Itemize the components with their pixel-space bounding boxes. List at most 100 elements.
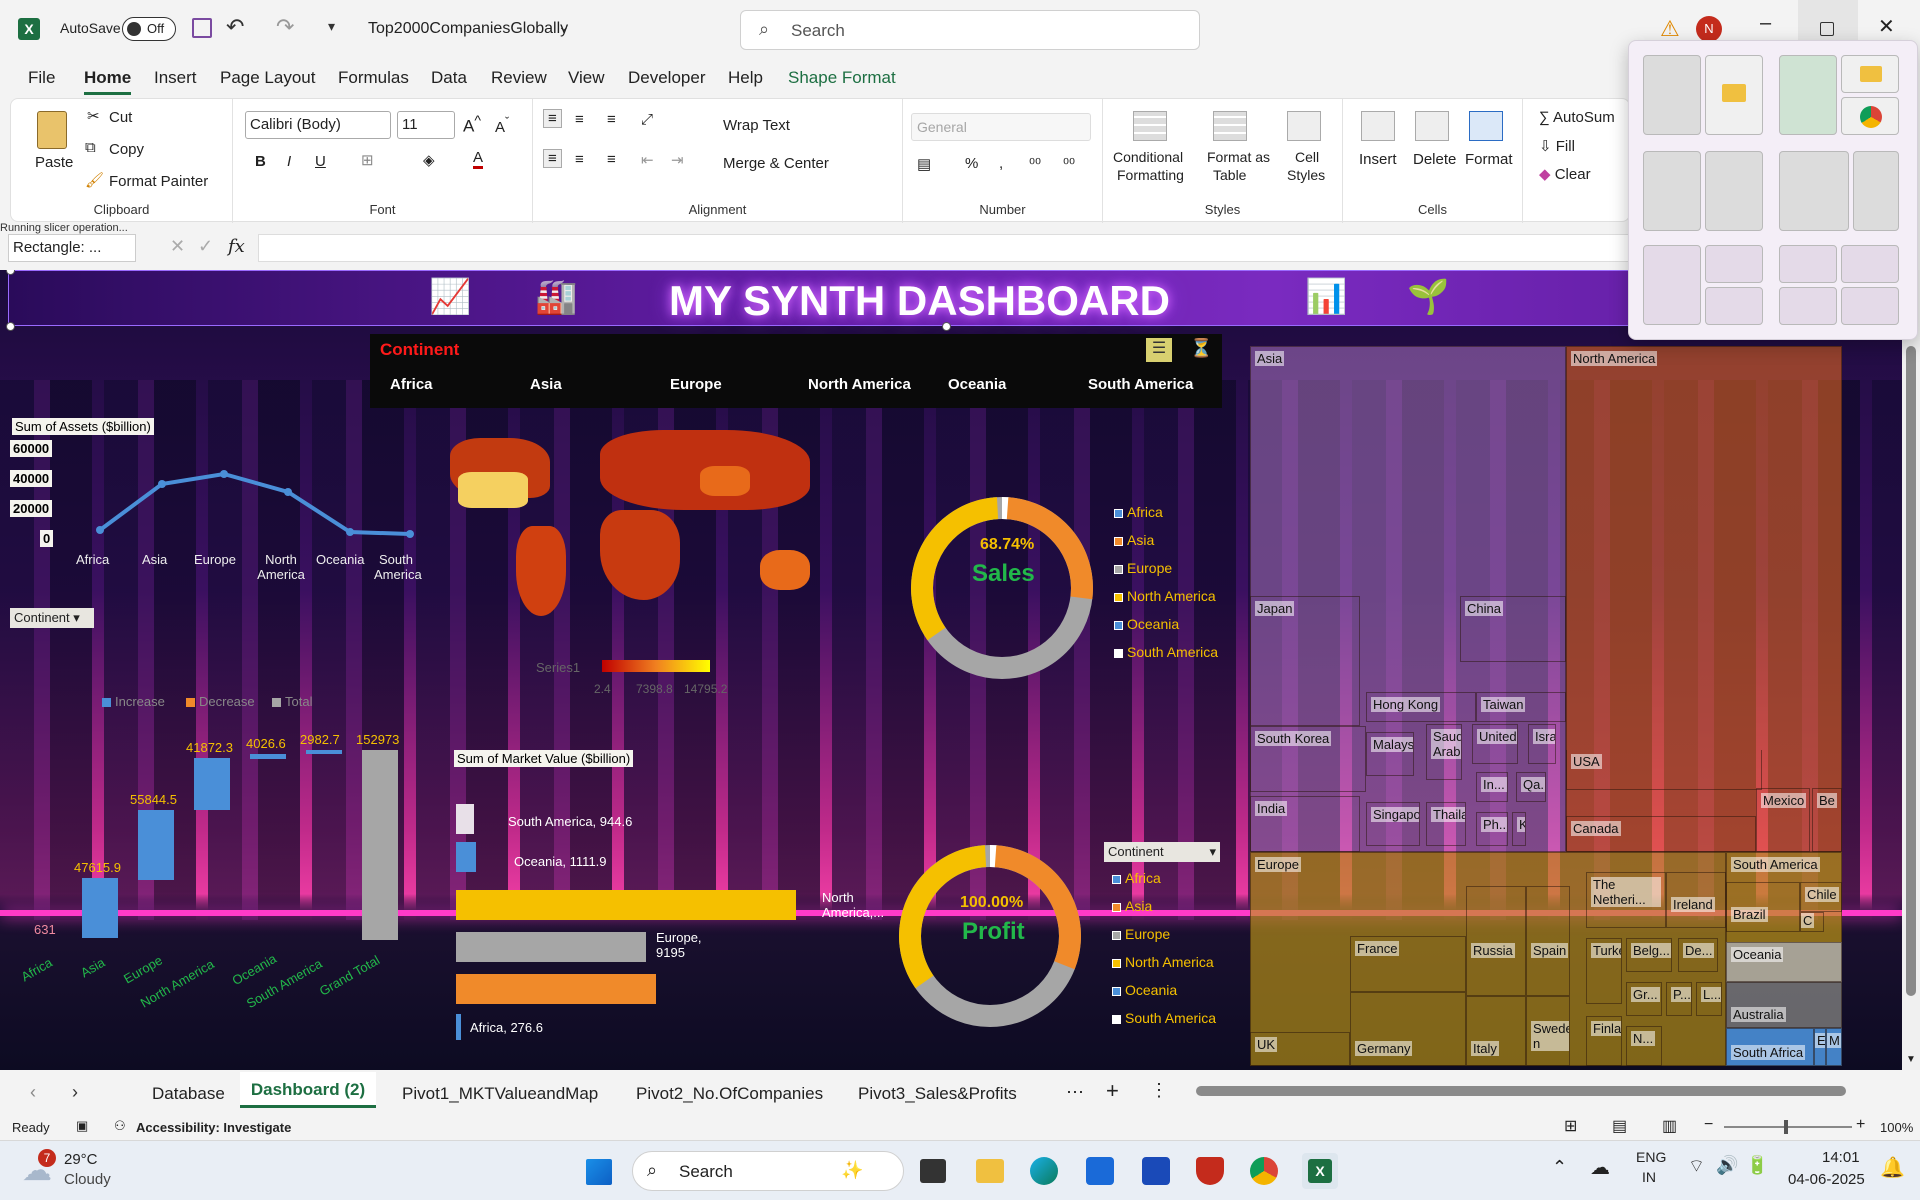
clear-filter-icon[interactable]: ⏳ bbox=[1190, 338, 1212, 359]
snap-layout-wide-left[interactable] bbox=[1779, 151, 1849, 231]
name-box[interactable]: Rectangle: ... bbox=[8, 234, 136, 262]
snap-layout-top-right[interactable] bbox=[1841, 55, 1899, 93]
insert-function-icon[interactable]: fx bbox=[228, 236, 245, 257]
slicer-item-oceania[interactable]: Oceania bbox=[948, 376, 1006, 393]
page-break-view-icon[interactable]: ▥ bbox=[1662, 1116, 1677, 1136]
paste-button[interactable]: Paste bbox=[35, 154, 73, 171]
snap-layout-quad-1[interactable] bbox=[1779, 245, 1837, 283]
fill-color-icon[interactable]: ◈ bbox=[423, 151, 435, 169]
conditional-formatting-button[interactable]: Conditional bbox=[1113, 149, 1183, 165]
volume-icon[interactable]: 🔊 bbox=[1716, 1155, 1738, 1176]
waterfall-chart[interactable]: Increase Decrease Total 631 47615.9 5584… bbox=[10, 694, 430, 1044]
indent-icon[interactable]: ⇥ bbox=[671, 151, 684, 169]
autosave-toggle[interactable]: Off bbox=[122, 17, 176, 41]
snap-layout-bottom-right[interactable] bbox=[1841, 97, 1899, 135]
tab-shape-format[interactable]: Shape Format bbox=[788, 68, 896, 88]
lang-eng[interactable]: ENG bbox=[1636, 1149, 1666, 1165]
decrease-font-icon[interactable]: Aˇ bbox=[495, 115, 509, 136]
scroll-thumb[interactable] bbox=[1906, 346, 1916, 996]
selection-handle[interactable] bbox=[942, 322, 951, 331]
prev-sheet-icon[interactable]: ‹ bbox=[30, 1082, 36, 1103]
clear-button[interactable]: ◆ Clear bbox=[1539, 165, 1591, 183]
app-icon[interactable] bbox=[1142, 1157, 1170, 1185]
lang-in[interactable]: IN bbox=[1642, 1169, 1656, 1185]
format-painter-button[interactable]: Format Painter bbox=[109, 173, 208, 190]
percent-icon[interactable]: % bbox=[965, 155, 978, 172]
snap-layout-main-left[interactable] bbox=[1779, 55, 1837, 135]
snap-layout-quad-2[interactable] bbox=[1841, 245, 1899, 283]
assets-line-chart[interactable]: Sum of Assets ($billion) 60000 40000 200… bbox=[10, 418, 422, 588]
merge-center-button[interactable]: Merge & Center bbox=[723, 155, 829, 172]
paste-icon[interactable] bbox=[37, 111, 67, 149]
copy-button[interactable]: Copy bbox=[109, 141, 144, 158]
treemap-chart[interactable]: Asia North America Japan China South Kor… bbox=[1250, 346, 1842, 1066]
close-icon[interactable]: ✕ bbox=[1878, 14, 1895, 39]
zoom-out-icon[interactable]: − bbox=[1704, 1116, 1713, 1134]
windows-start-icon[interactable] bbox=[586, 1159, 612, 1185]
delete-button[interactable]: Delete bbox=[1413, 151, 1456, 168]
slicer-item-south-america[interactable]: South America bbox=[1088, 376, 1193, 393]
file-explorer-icon[interactable] bbox=[976, 1159, 1004, 1183]
slicer-item-north-america[interactable]: North America bbox=[808, 376, 911, 393]
align-left-icon[interactable]: ≡ bbox=[543, 149, 562, 168]
tab-formulas[interactable]: Formulas bbox=[338, 68, 409, 88]
snap-layout-right-top[interactable] bbox=[1705, 245, 1763, 283]
slicer-item-europe[interactable]: Europe bbox=[670, 376, 722, 393]
cancel-formula-icon[interactable]: ✕ bbox=[170, 236, 185, 257]
zoom-slider[interactable] bbox=[1724, 1120, 1852, 1134]
snap-layout-right-bottom[interactable] bbox=[1705, 287, 1763, 325]
onedrive-icon[interactable]: ☁ bbox=[1590, 1155, 1610, 1180]
warning-icon[interactable]: ⚠ bbox=[1660, 16, 1680, 42]
font-family-select[interactable]: Calibri (Body) bbox=[245, 111, 391, 139]
sheet-options-icon[interactable]: ⋮ bbox=[1150, 1080, 1168, 1101]
tab-developer[interactable]: Developer bbox=[628, 68, 706, 88]
sheet-tab-pivot3[interactable]: Pivot3_Sales&Profits bbox=[858, 1084, 1017, 1104]
mcafee-icon[interactable] bbox=[1196, 1157, 1224, 1185]
zoom-level[interactable]: 100% bbox=[1880, 1120, 1913, 1135]
filename-chevron-icon[interactable]: ⌄ bbox=[558, 18, 570, 35]
redo-icon[interactable]: ↷ bbox=[276, 14, 294, 40]
format-button[interactable]: Format bbox=[1465, 151, 1513, 168]
chrome-icon[interactable] bbox=[1250, 1157, 1278, 1185]
tray-chevron-icon[interactable]: ⌃ bbox=[1552, 1157, 1567, 1178]
font-size-select[interactable]: 11 bbox=[397, 111, 455, 139]
align-bottom-icon[interactable]: ≡ bbox=[607, 111, 616, 128]
scroll-down-icon[interactable]: ▼ bbox=[1906, 1054, 1916, 1065]
zoom-in-icon[interactable]: + bbox=[1856, 1116, 1865, 1134]
store-icon[interactable] bbox=[1086, 1157, 1114, 1185]
notification-bell-icon[interactable]: 🔔 bbox=[1880, 1155, 1905, 1180]
market-value-chart[interactable]: Sum of Market Value ($billion) South Ame… bbox=[454, 750, 894, 1040]
align-center-icon[interactable]: ≡ bbox=[575, 151, 584, 168]
comma-icon[interactable]: , bbox=[999, 155, 1003, 172]
page-layout-view-icon[interactable]: ▤ bbox=[1612, 1116, 1627, 1136]
tab-insert[interactable]: Insert bbox=[154, 68, 197, 88]
battery-icon[interactable]: 🔋 bbox=[1746, 1155, 1768, 1176]
taskbar-search[interactable]: ⌕ Search ✨ bbox=[632, 1151, 904, 1191]
file-name[interactable]: Top2000CompaniesGlobally bbox=[368, 20, 568, 38]
insert-button[interactable]: Insert bbox=[1359, 151, 1397, 168]
align-right-icon[interactable]: ≡ bbox=[607, 151, 616, 168]
tab-file[interactable]: File bbox=[28, 68, 55, 88]
snap-layout-half-left[interactable] bbox=[1643, 55, 1701, 135]
border-icon[interactable]: ⊞ bbox=[361, 151, 374, 169]
undo-icon[interactable]: ↶ bbox=[226, 14, 244, 40]
selection-handle[interactable] bbox=[6, 322, 15, 331]
cell-styles-button[interactable]: Cell bbox=[1295, 149, 1319, 165]
accessibility-status[interactable]: Accessibility: Investigate bbox=[136, 1120, 291, 1135]
customize-icon[interactable]: ▾ bbox=[328, 18, 335, 35]
sales-donut[interactable] bbox=[902, 488, 1102, 688]
assets-filter-button[interactable]: Continent ▾ bbox=[10, 608, 94, 628]
search-box[interactable]: ⌕ Search bbox=[740, 10, 1200, 50]
decrease-decimal-icon[interactable]: ⁰⁰ bbox=[1063, 155, 1075, 173]
tab-home[interactable]: Home bbox=[84, 68, 132, 95]
snap-layout-quad-3[interactable] bbox=[1779, 287, 1837, 325]
number-format-select[interactable]: General bbox=[911, 113, 1091, 141]
italic-icon[interactable]: I bbox=[287, 153, 291, 170]
increase-decimal-icon[interactable]: ⁰⁰ bbox=[1029, 155, 1041, 173]
save-icon[interactable] bbox=[192, 18, 212, 38]
more-sheets-icon[interactable]: ⋯ bbox=[1066, 1082, 1084, 1103]
sheet-tab-dashboard[interactable]: Dashboard (2) bbox=[240, 1072, 376, 1108]
fill-button[interactable]: ⇩ Fill bbox=[1539, 137, 1575, 155]
format-as-table-button[interactable]: Format as bbox=[1207, 149, 1270, 165]
tab-help[interactable]: Help bbox=[728, 68, 763, 88]
